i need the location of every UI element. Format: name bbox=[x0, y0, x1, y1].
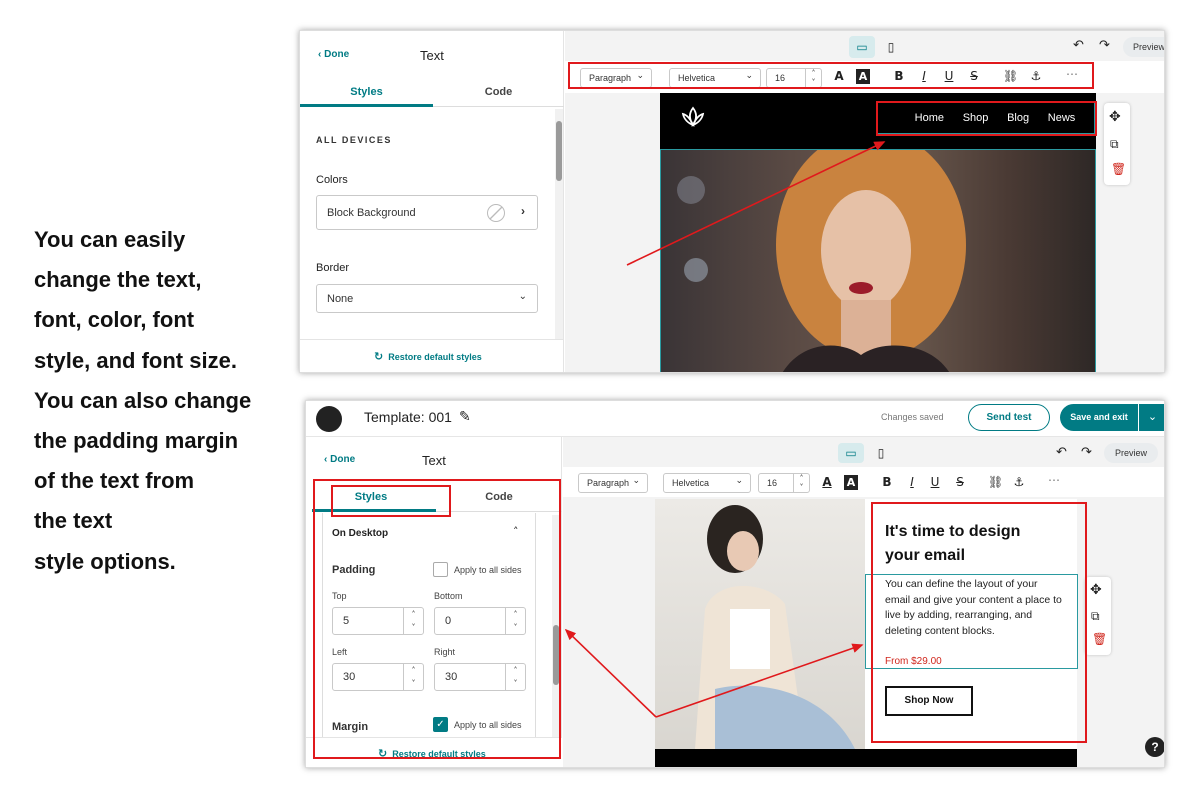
annotation-arrows bbox=[564, 141, 886, 718]
